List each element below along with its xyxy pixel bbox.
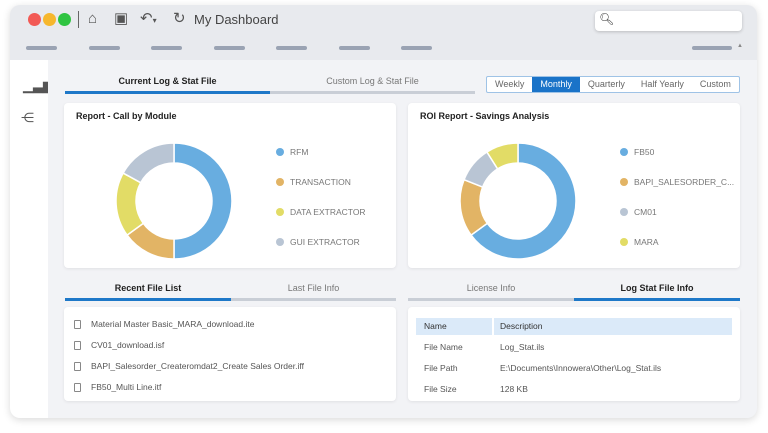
- legend-swatch: [276, 208, 284, 216]
- table-header: Name Description: [416, 318, 732, 335]
- title-bar: ⌂ ▣ ↶▾ ↻ My Dashboard 🔍︎ ▲: [10, 5, 757, 60]
- tab-license-info[interactable]: License Info: [408, 283, 574, 301]
- cell: Log_Stat.ils: [500, 342, 545, 352]
- cell: File Path: [424, 363, 458, 373]
- legend-swatch: [620, 178, 628, 186]
- hierarchy-icon[interactable]: ⋲: [21, 110, 34, 126]
- tab-recent-files[interactable]: Recent File List: [65, 283, 231, 301]
- donut-chart: [459, 142, 577, 260]
- period-monthly[interactable]: Monthly: [532, 77, 580, 92]
- list-item[interactable]: FB50_Multi Line.itf: [74, 382, 161, 392]
- tab-last-file-info[interactable]: Last File Info: [231, 283, 396, 301]
- donut-slice-gui-extractor[interactable]: [122, 142, 175, 184]
- log-stat-info-table: Name Description File Name Log_Stat.ils Fi…: [408, 307, 740, 401]
- app-window: ⌂ ▣ ↶▾ ↻ My Dashboard 🔍︎ ▲ ▁▃▆ ⋲ Current…: [10, 5, 757, 418]
- menu-item[interactable]: [26, 46, 57, 50]
- menu-item[interactable]: [89, 46, 120, 50]
- legend-item[interactable]: MARA: [620, 237, 659, 247]
- file-icon: [74, 319, 81, 329]
- undo-icon[interactable]: ↶▾: [140, 10, 157, 30]
- file-name: BAPI_Salesorder_Createromdat2_Create Sal…: [91, 361, 304, 371]
- list-item[interactable]: Material Master Basic_MARA_download.ite: [74, 319, 254, 329]
- save-icon[interactable]: ▣: [114, 10, 128, 28]
- cell: File Size: [424, 384, 457, 394]
- legend-label: RFM: [290, 147, 309, 157]
- file-icon: [74, 382, 81, 392]
- tab-current-log[interactable]: Current Log & Stat File: [65, 76, 270, 94]
- cell: E:\Documents\Innowera\Other\Log_Stat.ils: [500, 363, 662, 373]
- search-input[interactable]: 🔍︎: [595, 11, 742, 31]
- window-title: My Dashboard: [194, 12, 279, 27]
- period-quarterly[interactable]: Quarterly: [580, 77, 633, 92]
- tab-custom-log[interactable]: Custom Log & Stat File: [270, 76, 475, 94]
- donut-chart: [115, 142, 233, 260]
- legend-label: GUI EXTRACTOR: [290, 237, 360, 247]
- minimize-button[interactable]: [43, 13, 56, 26]
- legend-item[interactable]: FB50: [620, 147, 654, 157]
- legend-item[interactable]: DATA EXTRACTOR: [276, 207, 366, 217]
- chart-title: Report - Call by Module: [76, 111, 177, 121]
- legend-swatch: [620, 148, 628, 156]
- legend-swatch: [276, 238, 284, 246]
- legend-label: MARA: [634, 237, 659, 247]
- collapse-icon[interactable]: ▲: [737, 43, 743, 49]
- search-icon: 🔍︎: [599, 12, 615, 26]
- legend-swatch: [276, 178, 284, 186]
- file-icon: [74, 361, 81, 371]
- period-custom[interactable]: Custom: [692, 77, 739, 92]
- file-name: FB50_Multi Line.itf: [91, 382, 162, 392]
- period-half-yearly[interactable]: Half Yearly: [633, 77, 692, 92]
- donut-slice-rfm[interactable]: [173, 142, 233, 260]
- refresh-icon[interactable]: ↻: [173, 10, 186, 28]
- chart-title: ROI Report - Savings Analysis: [420, 111, 550, 121]
- legend-label: FB50: [634, 147, 655, 157]
- legend-item[interactable]: CM01: [620, 207, 657, 217]
- recent-file-list: Material Master Basic_MARA_download.ite …: [64, 307, 396, 401]
- list-item[interactable]: BAPI_Salesorder_Createromdat2_Create Sal…: [74, 361, 304, 371]
- menu-item[interactable]: [692, 46, 732, 50]
- close-button[interactable]: [28, 13, 41, 26]
- file-icon: [74, 340, 81, 350]
- legend-label: BAPI_SALESORDER_C...: [634, 177, 735, 187]
- menu-item[interactable]: [214, 46, 245, 50]
- divider: [78, 11, 79, 28]
- main-content: Current Log & Stat File Custom Log & Sta…: [48, 60, 757, 418]
- legend-swatch: [620, 208, 628, 216]
- legend-label: CM01: [634, 207, 657, 217]
- table-row: File Name Log_Stat.ils: [416, 339, 732, 356]
- legend-swatch: [276, 148, 284, 156]
- period-weekly[interactable]: Weekly: [487, 77, 532, 92]
- legend-item[interactable]: GUI EXTRACTOR: [276, 237, 360, 247]
- table-row: File Path E:\Documents\Innowera\Other\Log…: [416, 360, 732, 377]
- menu-item[interactable]: [276, 46, 307, 50]
- cell: File Name: [424, 342, 463, 352]
- file-name: CV01_download.isf: [91, 340, 165, 350]
- file-name: Material Master Basic_MARA_download.ite: [91, 319, 255, 329]
- menu-item[interactable]: [151, 46, 182, 50]
- legend-item[interactable]: TRANSACTION: [276, 177, 351, 187]
- maximize-button[interactable]: [58, 13, 71, 26]
- legend-item[interactable]: BAPI_SALESORDER_C...: [620, 177, 734, 187]
- header-name: Name: [416, 318, 492, 335]
- home-icon[interactable]: ⌂: [88, 10, 97, 28]
- period-selector: Weekly Monthly Quarterly Half Yearly Cus…: [486, 76, 740, 93]
- tab-log-stat-info[interactable]: Log Stat File Info: [574, 283, 740, 301]
- table-row: File Size 128 KB: [416, 381, 732, 398]
- legend-item[interactable]: RFM: [276, 147, 308, 157]
- cell: 128 KB: [500, 384, 528, 394]
- legend-label: DATA EXTRACTOR: [290, 207, 366, 217]
- legend-swatch: [620, 238, 628, 246]
- menu-item[interactable]: [401, 46, 432, 50]
- roi-savings-card: ROI Report - Savings Analysis FB50 BAPI_S…: [408, 103, 740, 268]
- menu-item[interactable]: [339, 46, 370, 50]
- donut-slice-bapi-salesorder-c-[interactable]: [459, 178, 489, 237]
- header-description: Description: [494, 318, 732, 335]
- call-by-module-card: Report - Call by Module RFM TRANSACTION DA…: [64, 103, 396, 268]
- legend-label: TRANSACTION: [290, 177, 351, 187]
- list-item[interactable]: CV01_download.isf: [74, 340, 164, 350]
- sidebar: ▁▃▆ ⋲: [10, 60, 53, 418]
